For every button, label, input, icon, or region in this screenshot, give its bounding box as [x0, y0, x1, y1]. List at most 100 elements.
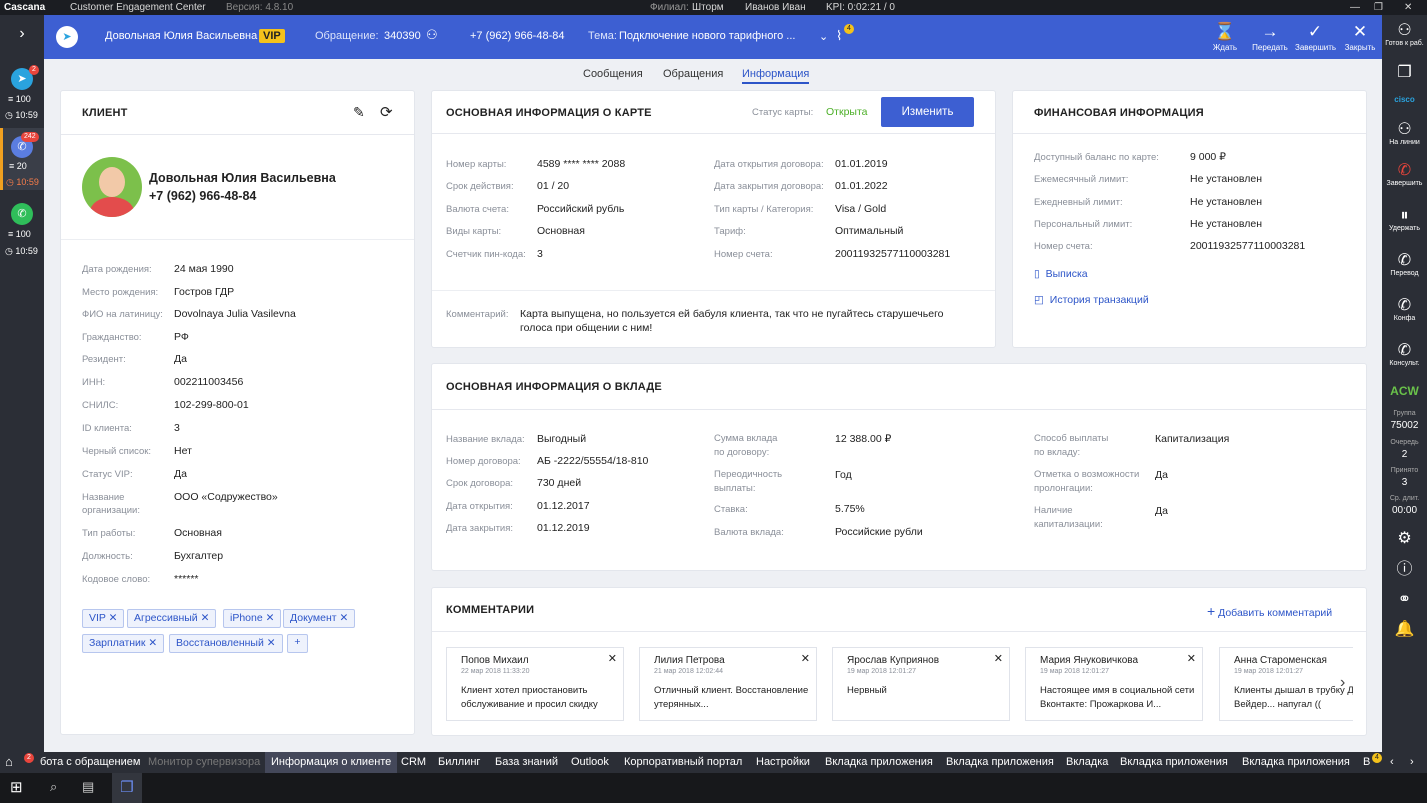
close-icon[interactable]: ✕ [994, 652, 1003, 665]
search-icon[interactable]: ⌕ [50, 779, 57, 795]
bottom-tabs: ⌂ 2 бота с обращением Монитор супервизор… [0, 752, 1427, 773]
finish-button[interactable]: ✓ Завершить [1295, 21, 1336, 52]
vip-badge: VIP [259, 29, 285, 43]
finance-panel: ФИНАНСОВАЯ ИНФОРМАЦИЯ Доступный баланс п… [1012, 90, 1367, 348]
client-phone: +7 (962) 966-48-84 [470, 30, 565, 42]
phone-dots-icon: ✆ [1397, 342, 1412, 359]
tab-information[interactable]: Информация [742, 68, 810, 84]
bottom-tab[interactable]: бота с обращением [40, 756, 140, 768]
client-name: Довольная Юлия Васильевна [105, 30, 258, 42]
link-icon[interactable]: ⚭ [1382, 591, 1427, 609]
tab-messages[interactable]: Сообщения [583, 68, 643, 80]
group-value: 75002 [1390, 420, 1419, 431]
bottom-tab[interactable]: В [1363, 756, 1370, 768]
tab-tickets[interactable]: Обращения [663, 68, 723, 80]
bottom-tab[interactable]: Outlook [571, 756, 609, 768]
chevron-down-icon[interactable]: ⌄ [819, 30, 828, 43]
windows-start-icon[interactable]: ⊞ [10, 778, 23, 796]
bottom-tab[interactable]: Биллинг [438, 756, 480, 768]
telegram-icon: ➤ [56, 26, 78, 48]
ready-button[interactable]: ⚇ Готов к раб. [1382, 22, 1427, 47]
title-bar: Cascana Customer Engagement Center Верси… [0, 0, 1427, 15]
tag[interactable]: VIP ✕ [82, 609, 125, 628]
restore-icon[interactable]: ❐ [1374, 2, 1383, 13]
comment-card[interactable]: Анна Староменская 19 мар 2018 12:01:27 Кли… [1219, 647, 1353, 721]
bottom-tab[interactable]: Вкладка [1066, 756, 1108, 768]
pencil-icon[interactable]: ✎ [353, 104, 365, 121]
close-icon[interactable]: ✕ [801, 652, 810, 665]
version: Версия: 4.8.10 [226, 2, 294, 13]
unread-badge: 242 [21, 132, 39, 142]
consult-button[interactable]: ✆ Консульт. [1382, 342, 1427, 367]
chevron-right-icon[interactable]: › [0, 25, 44, 43]
client-card: КЛИЕНТ ✎ ⟳ Довольная Юлия Васильевна +7 … [60, 90, 415, 735]
left-sidebar: › ➤ 2 ≡ 100 ◷ 10:59 ✆ 242 ≡ 20 ◷ 10:59 ✆… [0, 15, 44, 752]
session-phone[interactable]: ✆ 242 ≡ 20 ◷ 10:59 [0, 128, 44, 190]
transfer-button[interactable]: → Передать [1250, 21, 1290, 52]
refresh-icon[interactable]: ⟳ [380, 103, 393, 121]
tag[interactable]: Агрессивный ✕ [127, 609, 217, 628]
hold-button[interactable]: ⏸ Удержать [1382, 207, 1427, 232]
user-name: Иванов Иван [745, 2, 806, 13]
arrow-right-icon: → [1261, 22, 1279, 41]
client-phone[interactable]: +7 (962) 966-48-84 [149, 189, 256, 203]
phone-forward-icon: ✆ [1397, 252, 1412, 269]
minimize-icon[interactable]: — [1350, 2, 1360, 13]
transactions-link[interactable]: ◰ История транзакций [1034, 294, 1149, 306]
tag[interactable]: Документ ✕ [283, 609, 356, 628]
info-icon[interactable]: ⓘ [1382, 561, 1427, 579]
close-icon[interactable]: ✕ [1187, 652, 1196, 665]
home-icon[interactable]: ⌂ [5, 754, 13, 769]
wait-button[interactable]: ⌛ Ждать [1205, 21, 1245, 52]
add-tag-button[interactable]: + [287, 634, 308, 653]
statement-link[interactable]: ▯ Выписка [1034, 268, 1088, 280]
bottom-tab[interactable]: Вкладка приложения [1242, 756, 1350, 768]
bottom-tab[interactable]: CRM [401, 756, 426, 768]
app-icon[interactable]: ❒ [112, 773, 142, 803]
copy-icon[interactable]: ❐ [1382, 64, 1427, 82]
chevron-right-icon[interactable]: › [1410, 756, 1414, 768]
session-telegram[interactable]: ➤ 2 ≡ 100 ◷ 10:59 [0, 65, 44, 125]
conference-button[interactable]: ✆ Конфа [1382, 297, 1427, 322]
bottom-tab[interactable]: Настройки [756, 756, 810, 768]
end-call-button[interactable]: ✆ Завершить [1382, 162, 1427, 187]
task-view-icon[interactable]: ▤ [82, 779, 94, 795]
comment-card[interactable]: Попов Михаил 22 мар 2018 11:33:20 ✕ Клиент … [446, 647, 624, 721]
bottom-tab[interactable]: Монитор супервизора [148, 756, 260, 768]
comment-card[interactable]: Лилия Петрова 21 мар 2018 12:02:44 ✕ Отличн… [639, 647, 817, 721]
accepted-value: 3 [1401, 477, 1408, 488]
gear-icon[interactable]: ⚙ [1382, 530, 1427, 548]
topic[interactable]: Подключение нового тарифного ... [619, 30, 795, 42]
session-whatsapp[interactable]: ✆ ≡ 100 ◷ 10:59 [0, 203, 44, 263]
transfer-call-button[interactable]: ✆ Перевод [1382, 252, 1427, 277]
content-tabs: Сообщения Обращения Информация [44, 59, 1382, 89]
bottom-tab-active[interactable]: Информация о клиенте [265, 752, 398, 773]
close-button[interactable]: ✕ Закрыть [1340, 21, 1380, 52]
session-time: 10:59 [15, 246, 38, 256]
close-icon[interactable]: ✕ [608, 652, 617, 665]
client-full-name: Довольная Юлия Васильевна [149, 171, 336, 185]
add-comment-button[interactable]: + Добавить комментарий [1207, 603, 1332, 619]
bottom-tab[interactable]: База знаний [495, 756, 558, 768]
comment-card[interactable]: Ярослав Куприянов 19 мар 2018 12:01:27 ✕ Не… [832, 647, 1010, 721]
tag[interactable]: iPhone ✕ [223, 609, 282, 628]
paperclip-icon[interactable]: ⌇ [836, 28, 842, 44]
online-button[interactable]: ⚇ На линии [1382, 121, 1427, 146]
brand: Cascana [4, 2, 46, 13]
chevron-left-icon[interactable]: ‹ [1390, 756, 1394, 768]
bell-icon[interactable]: 🔔 [1382, 621, 1427, 639]
chevron-right-icon[interactable]: › [1340, 674, 1345, 692]
session-header: ➤ Довольная Юлия Васильевна VIP Обращени… [44, 15, 1382, 59]
bottom-tab[interactable]: Вкладка приложения [1120, 756, 1228, 768]
change-button[interactable]: Изменить [881, 97, 974, 127]
comment-card[interactable]: Мария Януковичкова 19 мар 2018 12:01:27 ✕ Н… [1025, 647, 1203, 721]
tag[interactable]: Восстановленный ✕ [169, 634, 283, 653]
card-info-panel: ОСНОВНАЯ ИНФОРМАЦИЯ О КАРТЕ Статус карты… [431, 90, 996, 348]
bottom-tab[interactable]: Вкладка приложения [946, 756, 1054, 768]
tag[interactable]: Зарплатник ✕ [82, 634, 165, 653]
hourglass-icon: ⌛ [1214, 22, 1236, 41]
bottom-tab[interactable]: Вкладка приложения [825, 756, 933, 768]
close-window-icon[interactable]: ✕ [1404, 2, 1412, 13]
bottom-tab[interactable]: Корпоративный портал [624, 756, 742, 768]
user-icon[interactable]: ⚇ [426, 27, 438, 43]
